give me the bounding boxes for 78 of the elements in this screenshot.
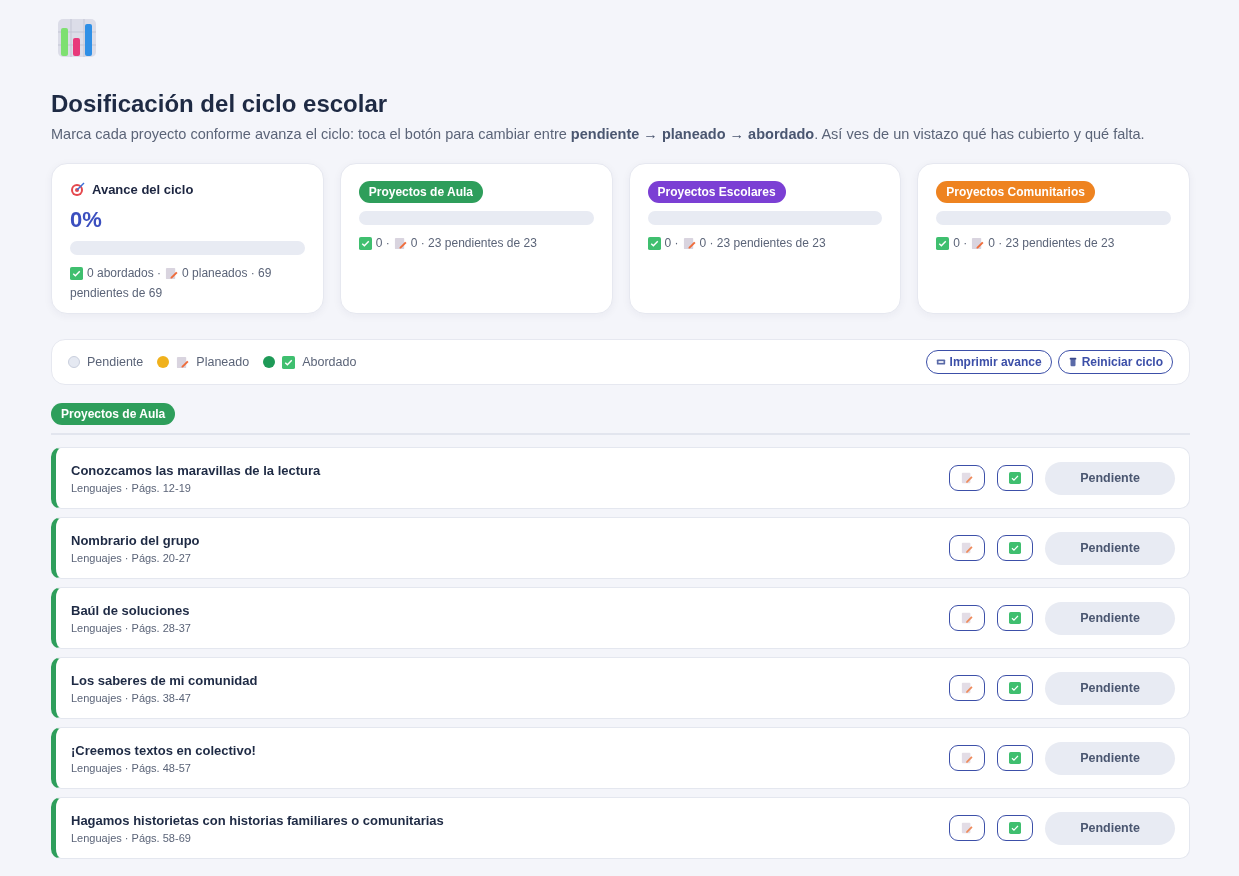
target-icon [70,181,86,197]
legend-label: Abordado [302,355,357,369]
check-icon [936,237,950,251]
status-button[interactable]: Pendiente [1045,671,1175,705]
bar-chart-icon [57,18,97,58]
project-meta: Lenguajes · Págs. 20-27 [71,551,191,564]
plan-button[interactable] [949,675,985,701]
pending-count: pendientes de 69 [70,285,163,300]
printer-icon [935,357,946,367]
project-meta: Lenguajes · Págs. 12-19 [71,481,191,494]
check-icon [1009,822,1021,834]
done-button[interactable] [997,605,1033,631]
legend-label: Planeado [196,355,250,369]
card-title: Avance del ciclo [92,181,194,197]
category-tag: Proyectos de Aula [358,181,483,203]
status-button[interactable]: Pendiente [1045,601,1175,635]
done-count: 0 · [664,236,679,251]
check-icon [1009,752,1021,764]
project-title: ¡Creemos textos en colectivo! [71,742,256,758]
memo-icon [176,355,190,369]
status-button[interactable]: Pendiente [1045,741,1175,775]
plan-button[interactable] [949,605,985,631]
project-meta: Lenguajes · Págs. 38-47 [71,691,191,704]
pending-count: 0 · 23 pendientes de 23 [988,236,1115,251]
memo-icon [961,472,973,484]
pending-count: 0 · 23 pendientes de 23 [699,236,826,251]
planned-count: 0 planeados · 69 [182,266,272,281]
pending-count: 0 · 23 pendientes de 23 [410,236,537,251]
status-button[interactable]: Pendiente [1045,811,1175,845]
check-icon [1009,682,1021,694]
project-title: Conozcamos las maravillas de la lectura [71,462,321,478]
done-button[interactable] [997,815,1033,841]
project-meta: Lenguajes · Págs. 28-37 [71,621,191,634]
memo-icon [165,267,179,281]
check-icon [358,237,372,251]
reset-button[interactable]: Reiniciar ciclo [1057,350,1173,374]
section-tag: Proyectos de Aula [51,403,176,425]
plan-button[interactable] [949,745,985,771]
done-count: 0 · [375,236,390,251]
memo-icon [961,542,973,554]
check-icon [282,355,296,369]
status-button[interactable]: Pendiente [1045,461,1175,495]
print-button[interactable]: Imprimir avance [925,350,1052,374]
plan-button[interactable] [949,535,985,561]
memo-icon [961,682,973,694]
project-meta: Lenguajes · Págs. 58-69 [71,831,191,844]
check-icon [1009,612,1021,624]
project-title: Los saberes de mi comunidad [71,672,258,688]
memo-icon [682,237,696,251]
legend-label: Pendiente [87,355,144,369]
done-count: 0 abordados · [87,266,162,281]
check-icon [70,267,83,281]
done-count: 0 · [953,236,968,251]
page-description: Marca cada proyecto conforme avanza el ciclo: toca el botón para cambiar entre pendiente → planeado → abordado. Así ves de un vistazo qué has cubierto y qué falta. [51,126,1146,142]
trash-icon [1067,357,1078,367]
category-tag: Proyectos Comunitarios [936,181,1095,203]
memo-icon [971,237,985,251]
project-meta: Lenguajes · Págs. 48-57 [71,761,191,774]
project-title: Nombrario del grupo [71,532,200,548]
check-icon [1009,472,1021,484]
memo-icon [961,822,973,834]
plan-button[interactable] [949,465,985,491]
done-button[interactable] [997,675,1033,701]
done-button[interactable] [997,465,1033,491]
page-title: Dosificación del ciclo escolar [51,90,389,118]
check-icon [1009,542,1021,554]
memo-icon [961,612,973,624]
done-button[interactable] [997,535,1033,561]
check-icon [647,237,661,251]
plan-button[interactable] [949,815,985,841]
category-tag: Proyectos Escolares [647,181,786,203]
done-button[interactable] [997,745,1033,771]
project-title: Hagamos historietas con historias familiares o comunitarias [71,812,444,828]
project-title: Baúl de soluciones [71,602,190,618]
memo-icon [393,237,407,251]
status-button[interactable]: Pendiente [1045,531,1175,565]
progress-percent: 0% [70,207,103,233]
memo-icon [961,752,973,764]
